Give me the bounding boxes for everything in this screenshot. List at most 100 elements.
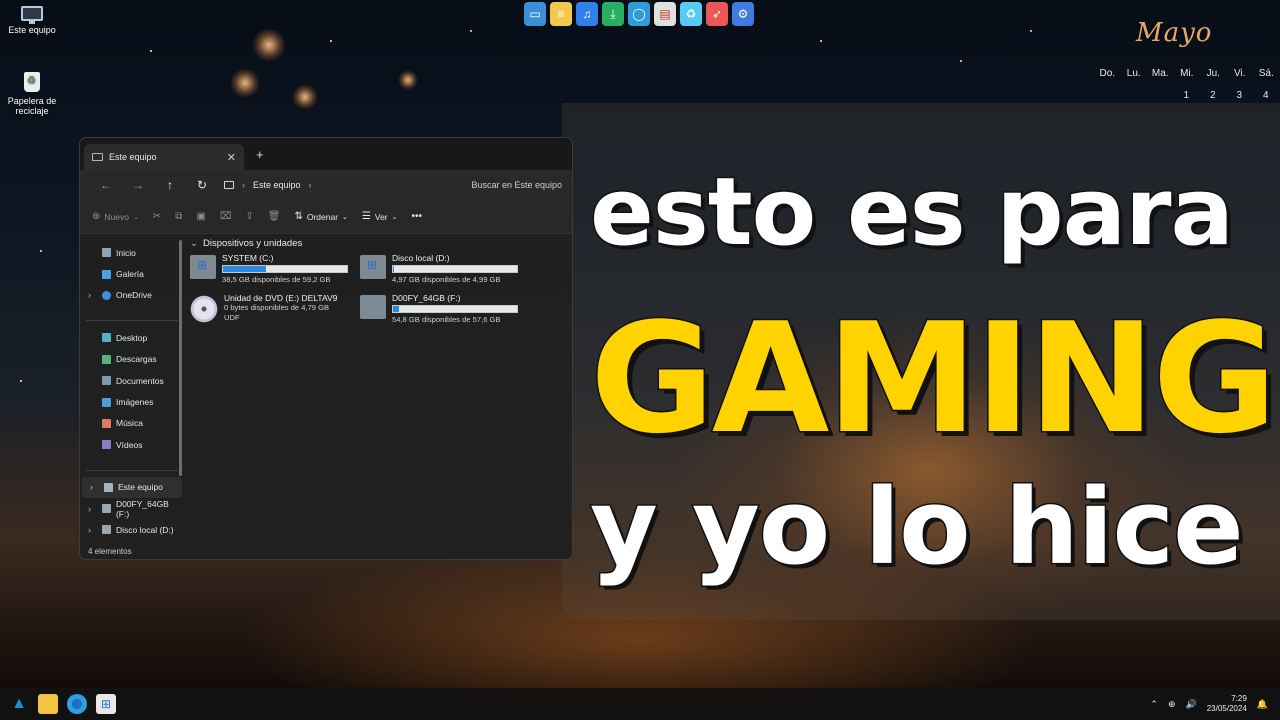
breadcrumb-item[interactable]: Este equipo [253, 180, 301, 190]
sidebar-item-videos[interactable]: Vídeos [80, 434, 184, 455]
settings-gear-icon[interactable]: ⚙ [732, 2, 754, 26]
desktop-folder-icon [102, 333, 111, 343]
download-icon[interactable]: ⤓ [602, 2, 624, 26]
drive-tile[interactable]: Unidad de DVD (E:) DELTAV9 0 bytes dispo… [190, 293, 360, 329]
status-bar-count: 4 elementos [88, 547, 132, 556]
music-folder-icon [102, 418, 111, 428]
sidebar-item-label: Inicio [116, 247, 136, 258]
new-button[interactable]: ⊕ Nuevo ⌄ [92, 211, 139, 222]
clock[interactable]: 7:29 23/05/2024 [1207, 694, 1247, 714]
sidebar-item-pictures[interactable]: Imágenes [80, 391, 184, 412]
up-arrow-icon[interactable]: ↑ [154, 178, 186, 192]
sidebar-item-local-disk[interactable]: › Disco local (D:) [80, 519, 184, 540]
star-glow [230, 68, 260, 98]
group-header[interactable]: ⌄ Dispositivos y unidades [190, 238, 562, 249]
back-arrow-icon[interactable]: ← [90, 178, 122, 192]
chevron-down-icon: ⌄ [190, 238, 198, 249]
refresh-icon[interactable]: ↻ [186, 178, 218, 192]
sidebar-item-onedrive[interactable]: › OneDrive [80, 285, 184, 306]
new-tab-icon[interactable]: + [256, 147, 264, 162]
home-icon [102, 248, 111, 258]
breadcrumb[interactable]: › Este equipo › [224, 180, 312, 190]
chevron-right-icon: › [242, 180, 245, 190]
sidebar-item-label: Música [116, 418, 143, 429]
monitor-icon [21, 6, 43, 24]
rename-icon[interactable]: ⌧ [220, 211, 232, 222]
calendar-date: 1 [1183, 90, 1190, 101]
drive-filesystem: UDF [224, 313, 240, 322]
weekday-label: Vi. [1234, 68, 1246, 79]
globe-icon[interactable]: ⊕ [1168, 699, 1176, 710]
sidebar-item-gallery[interactable]: Galería [80, 263, 184, 284]
sidebar-item-label: Disco local (D:) [116, 524, 174, 535]
recycle-icon[interactable]: ♻ [680, 2, 702, 26]
desktop-icon-label: Este equipo [8, 25, 56, 35]
sidebar-item-label: Descargas [116, 354, 157, 365]
desktop-icon-this-pc[interactable]: Este equipo [0, 6, 64, 35]
content-pane: ⌄ Dispositivos y unidades SYSTEM (C:) 38… [184, 234, 572, 543]
disk-icon [102, 525, 111, 535]
more-options-icon[interactable]: ••• [412, 211, 423, 222]
file-explorer-icon[interactable] [38, 694, 58, 714]
notification-bell-icon[interactable]: 🔔 [1257, 699, 1268, 710]
chevron-down-icon: ⌄ [342, 213, 348, 221]
volume-icon[interactable]: 🔊 [1186, 699, 1197, 710]
dvd-disc-icon [190, 295, 218, 323]
rocket-icon[interactable]: ➶ [706, 2, 728, 26]
sidebar-item-desktop[interactable]: Desktop [80, 327, 184, 348]
sidebar-item-documents[interactable]: Documentos [80, 370, 184, 391]
view-button[interactable]: ☰ Ver ⌄ [362, 211, 398, 222]
windows-drive-icon [360, 255, 386, 279]
sidebar-item-this-pc[interactable]: › Este equipo [82, 476, 182, 498]
music-icon[interactable]: ♫ [576, 2, 598, 26]
drive-tile[interactable]: SYSTEM (C:) 38,5 GB disponibles de 59,2 … [190, 253, 360, 289]
arch-logo-icon[interactable]: ▲ [9, 694, 29, 714]
forward-arrow-icon[interactable]: → [122, 178, 154, 192]
address-bar: ← → ↑ ↻ › Este equipo › Buscar en Este e… [80, 170, 572, 200]
delete-icon[interactable]: 🗑 [268, 211, 281, 222]
chevron-right-icon[interactable]: › [88, 525, 91, 535]
star [330, 40, 332, 42]
headline-line-1: esto es para [589, 157, 1236, 269]
cloud-icon [102, 290, 111, 300]
weekday-label: Ma. [1151, 68, 1169, 79]
new-button-label: Nuevo [104, 211, 129, 222]
share-icon[interactable]: ⇪ [245, 211, 253, 222]
tab-bar: Este equipo ✕ + [80, 138, 572, 170]
chevron-right-icon[interactable]: › [88, 504, 91, 514]
clock-date: 23/05/2024 [1206, 704, 1247, 713]
pictures-folder-icon [102, 397, 111, 407]
sidebar-item-usb-drive[interactable]: › D00FY_64GB (F:) [80, 498, 184, 519]
cut-icon[interactable]: ✂ [153, 211, 161, 222]
chevron-up-icon[interactable]: ⌃ [1150, 699, 1158, 710]
desktop-monitor-icon[interactable]: ▭ [524, 2, 546, 26]
drive-tile[interactable]: D00FY_64GB (F:) 54,8 GB disponibles de 5… [360, 293, 530, 329]
cards-icon[interactable]: ▤ [654, 2, 676, 26]
notes-icon[interactable]: ≡ [550, 2, 572, 26]
edge-browser-icon[interactable] [67, 694, 87, 714]
copy-icon[interactable]: ⧉ [175, 211, 182, 222]
sidebar-item-home[interactable]: Inicio [80, 242, 184, 263]
gallery-icon [102, 269, 111, 279]
search-input[interactable]: Buscar en Este equipo [471, 180, 562, 190]
sidebar-item-label: Documentos [116, 375, 164, 386]
taskbar: ▲ ⊞ ⌃ ⊕ 🔊 7:29 23/05/2024 🔔 [0, 688, 1280, 720]
sort-button[interactable]: ⇅ Ordenar ⌄ [294, 211, 347, 222]
desktop-icon-recycle-bin[interactable]: Papelera de reciclaje [0, 72, 64, 116]
store-icon[interactable]: ⊞ [96, 694, 116, 714]
sidebar-item-label: Imágenes [116, 397, 154, 408]
drive-tile[interactable]: Disco local (D:) 4,97 GB disponibles de … [360, 253, 530, 289]
circle-app-icon[interactable]: ◯ [628, 2, 650, 26]
sidebar-item-downloads[interactable]: Descargas [80, 349, 184, 370]
chevron-right-icon[interactable]: › [90, 482, 93, 492]
close-tab-icon[interactable]: ✕ [227, 151, 236, 164]
scrollbar[interactable] [179, 240, 182, 476]
drive-free-space: 54,8 GB disponibles de 57,6 GB [392, 315, 501, 324]
monitor-icon [224, 181, 234, 189]
sidebar-item-music[interactable]: Música [80, 413, 184, 434]
tab-this-pc[interactable]: Este equipo ✕ [84, 144, 244, 170]
desktop-icon-label: Papelera de reciclaje [7, 96, 57, 116]
paste-icon[interactable]: ▣ [196, 211, 205, 222]
star-glow [252, 28, 286, 62]
chevron-right-icon[interactable]: › [88, 290, 91, 300]
